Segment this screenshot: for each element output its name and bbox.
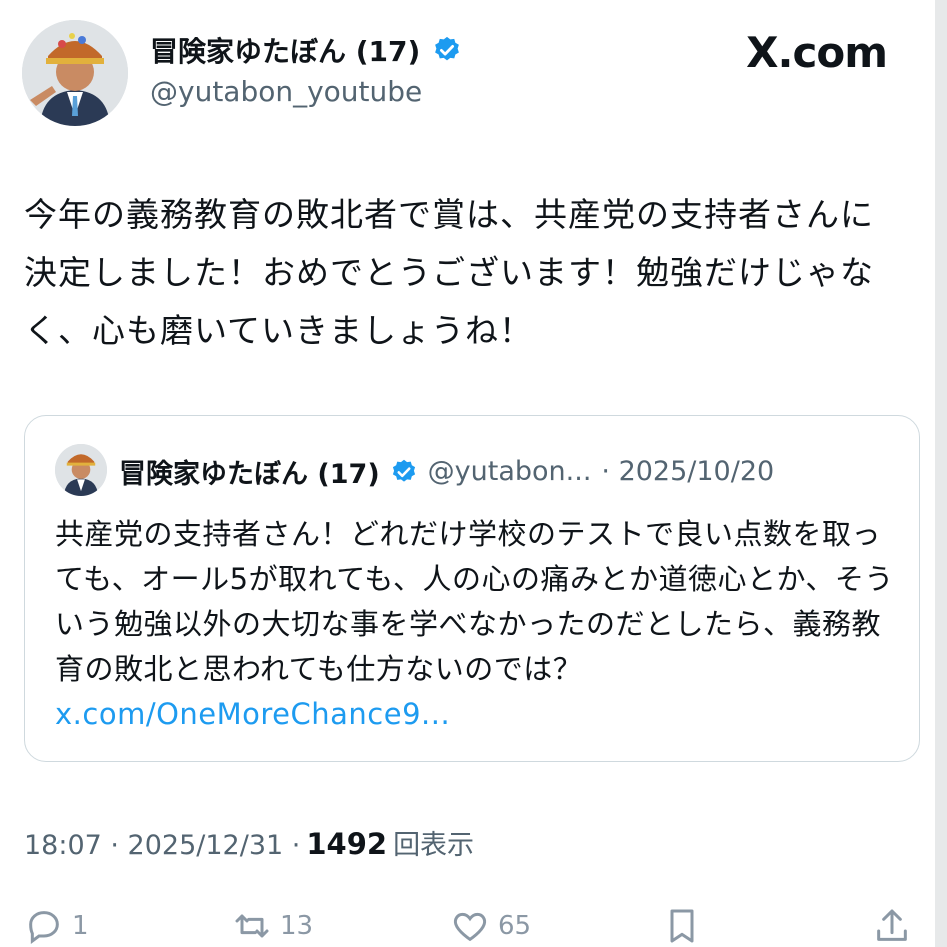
like-button[interactable]: 65: [450, 906, 531, 946]
tweet-timestamp[interactable]: 18:07 · 2025/12/31 ·: [24, 830, 300, 861]
repost-count: 13: [280, 911, 314, 941]
share-icon: [877, 909, 907, 941]
verified-badge-icon: [392, 459, 415, 482]
verified-badge-icon: [435, 36, 460, 61]
tweet-text: 今年の義務教育の敗北者で賞は、共産党の支持者さんに決定しました！おめでとうござい…: [24, 195, 874, 350]
quote-date[interactable]: · 2025/10/20: [601, 456, 774, 487]
view-count-label: 回表示: [393, 830, 475, 861]
author-handle[interactable]: @yutabon_youtube: [150, 75, 422, 108]
bookmark-button[interactable]: [662, 906, 702, 946]
author-name[interactable]: 冒険家ゆたぼん (17): [150, 30, 420, 70]
bookmark-icon: [670, 909, 694, 943]
like-count: 65: [498, 911, 532, 941]
quote-author-handle[interactable]: @yutabon...: [428, 456, 592, 487]
author-avatar[interactable]: [22, 20, 128, 126]
tweet-meta: 18:07 · 2025/12/31 · 1492 回表示: [24, 823, 474, 862]
reply-icon: [29, 911, 59, 944]
like-icon: [453, 912, 487, 942]
quote-link[interactable]: x.com/OneMoreChance9...: [55, 697, 450, 731]
reply-count: 1: [72, 911, 89, 941]
quote-text: 共産党の支持者さん！どれだけ学校のテストで良い点数を取っても、オール5が取れても…: [55, 512, 905, 737]
reply-button[interactable]: 1: [24, 906, 89, 946]
site-logo: X.com: [746, 28, 888, 77]
action-bar: 1 13 65: [0, 900, 935, 947]
quote-author-name[interactable]: 冒険家ゆたぼん (17): [119, 452, 380, 491]
share-button[interactable]: [872, 906, 912, 946]
quoted-tweet[interactable]: 冒険家ゆたぼん (17) @yutabon... · 2025/10/20 共産…: [24, 415, 920, 762]
view-count: 1492: [306, 827, 388, 861]
quote-author-avatar[interactable]: [55, 444, 107, 496]
repost-button[interactable]: 13: [232, 906, 313, 946]
scrollbar[interactable]: [935, 0, 947, 947]
repost-icon: [235, 914, 269, 938]
quote-body: 共産党の支持者さん！どれだけ学校のテストで良い点数を取っても、オール5が取れても…: [55, 517, 894, 686]
